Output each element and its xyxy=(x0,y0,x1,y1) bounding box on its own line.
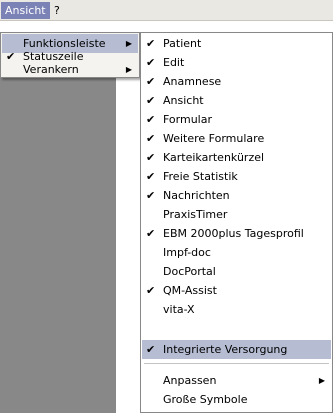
menu-item-label: Edit xyxy=(163,56,185,69)
menu-item-label: Impf-doc xyxy=(163,246,211,259)
menu-item-label: QM-Assist xyxy=(163,284,217,297)
menu-item-label: Nachrichten xyxy=(163,189,230,202)
check-icon: ✔ xyxy=(146,151,156,164)
check-icon: ✔ xyxy=(146,37,156,50)
menu-item-ebm-tagesprofil[interactable]: ✔ EBM 2000plus Tagesprofil xyxy=(142,224,331,243)
menu-bar: Ansicht ? xyxy=(0,0,333,21)
menu-item-label: Ansicht xyxy=(163,94,204,107)
menu-item-patient[interactable]: ✔ Patient xyxy=(142,34,331,53)
check-icon: ✔ xyxy=(146,113,156,126)
menu-item-label: Anpassen xyxy=(163,374,217,387)
menu-item-label: Integrierte Versorgung xyxy=(163,343,288,356)
check-icon: ✔ xyxy=(146,132,156,145)
menu-item-grosse-symbole[interactable]: Große Symbole xyxy=(142,390,331,409)
background-panel xyxy=(0,78,116,413)
menu-item-anpassen[interactable]: Anpassen ▶ xyxy=(142,371,331,390)
menu-ansicht[interactable]: Ansicht xyxy=(1,2,50,19)
view-submenu: Funktionsleiste ▶ ✔ Statuszeile Veranker… xyxy=(0,32,140,78)
submenu-arrow-icon: ▶ xyxy=(318,376,325,385)
menu-item-ansicht[interactable]: ✔ Ansicht xyxy=(142,91,331,110)
menu-item-anamnese[interactable]: ✔ Anamnese xyxy=(142,72,331,91)
submenu-arrow-icon: ▶ xyxy=(125,65,132,74)
menu-item-label: Verankern xyxy=(23,63,79,76)
menu-item-edit[interactable]: ✔ Edit xyxy=(142,53,331,72)
menu-item-label: Karteikartenkürzel xyxy=(163,151,265,164)
menu-item-verankern[interactable]: Verankern ▶ xyxy=(2,63,138,77)
menu-item-freie-statistik[interactable]: ✔ Freie Statistik xyxy=(142,167,331,186)
check-icon: ✔ xyxy=(146,170,156,183)
menu-item-docportal[interactable]: DocPortal xyxy=(142,262,331,281)
check-icon: ✔ xyxy=(146,227,156,240)
menu-item-qm-assist[interactable]: ✔ QM-Assist xyxy=(142,281,331,300)
menu-item-integrierte-versorgung[interactable]: ✔ Integrierte Versorgung xyxy=(142,340,331,359)
menu-item-nachrichten[interactable]: ✔ Nachrichten xyxy=(142,186,331,205)
menu-item-label: Anamnese xyxy=(163,75,222,88)
menu-item-label: Weitere Formulare xyxy=(163,132,265,145)
menu-item-label: Patient xyxy=(163,37,202,50)
menu-item-formular[interactable]: ✔ Formular xyxy=(142,110,331,129)
menu-item-label: Formular xyxy=(163,113,213,126)
menu-separator xyxy=(144,363,329,364)
check-icon: ✔ xyxy=(146,284,156,297)
menu-item-karteikartenkuerzel[interactable]: ✔ Karteikartenkürzel xyxy=(142,148,331,167)
menu-item-vita-x[interactable]: vita-X xyxy=(142,300,331,319)
check-icon: ✔ xyxy=(146,189,156,202)
menu-help[interactable]: ? xyxy=(50,2,64,19)
menu-item-label: EBM 2000plus Tagesprofil xyxy=(163,227,304,240)
menu-item-label: Freie Statistik xyxy=(163,170,238,183)
menu-item-label: Große Symbole xyxy=(163,393,248,406)
menu-item-label: DocPortal xyxy=(163,265,216,278)
menu-item-statuszeile[interactable]: ✔ Statuszeile xyxy=(2,50,138,64)
menu-item-praxistimer[interactable]: PraxisTimer xyxy=(142,205,331,224)
check-icon: ✔ xyxy=(146,56,156,69)
check-icon: ✔ xyxy=(146,343,156,356)
check-icon: ✔ xyxy=(146,94,156,107)
menu-item-label: PraxisTimer xyxy=(163,208,228,221)
menu-item-weitere-formulare[interactable]: ✔ Weitere Formulare xyxy=(142,129,331,148)
check-icon: ✔ xyxy=(146,75,156,88)
toolbar-submenu: ✔ Patient ✔ Edit ✔ Anamnese ✔ Ansicht ✔ … xyxy=(140,32,333,413)
menu-item-impf-doc[interactable]: Impf-doc xyxy=(142,243,331,262)
check-icon: ✔ xyxy=(6,50,16,63)
menu-item-label: Statuszeile xyxy=(23,50,84,63)
menu-item-label: vita-X xyxy=(163,303,195,316)
